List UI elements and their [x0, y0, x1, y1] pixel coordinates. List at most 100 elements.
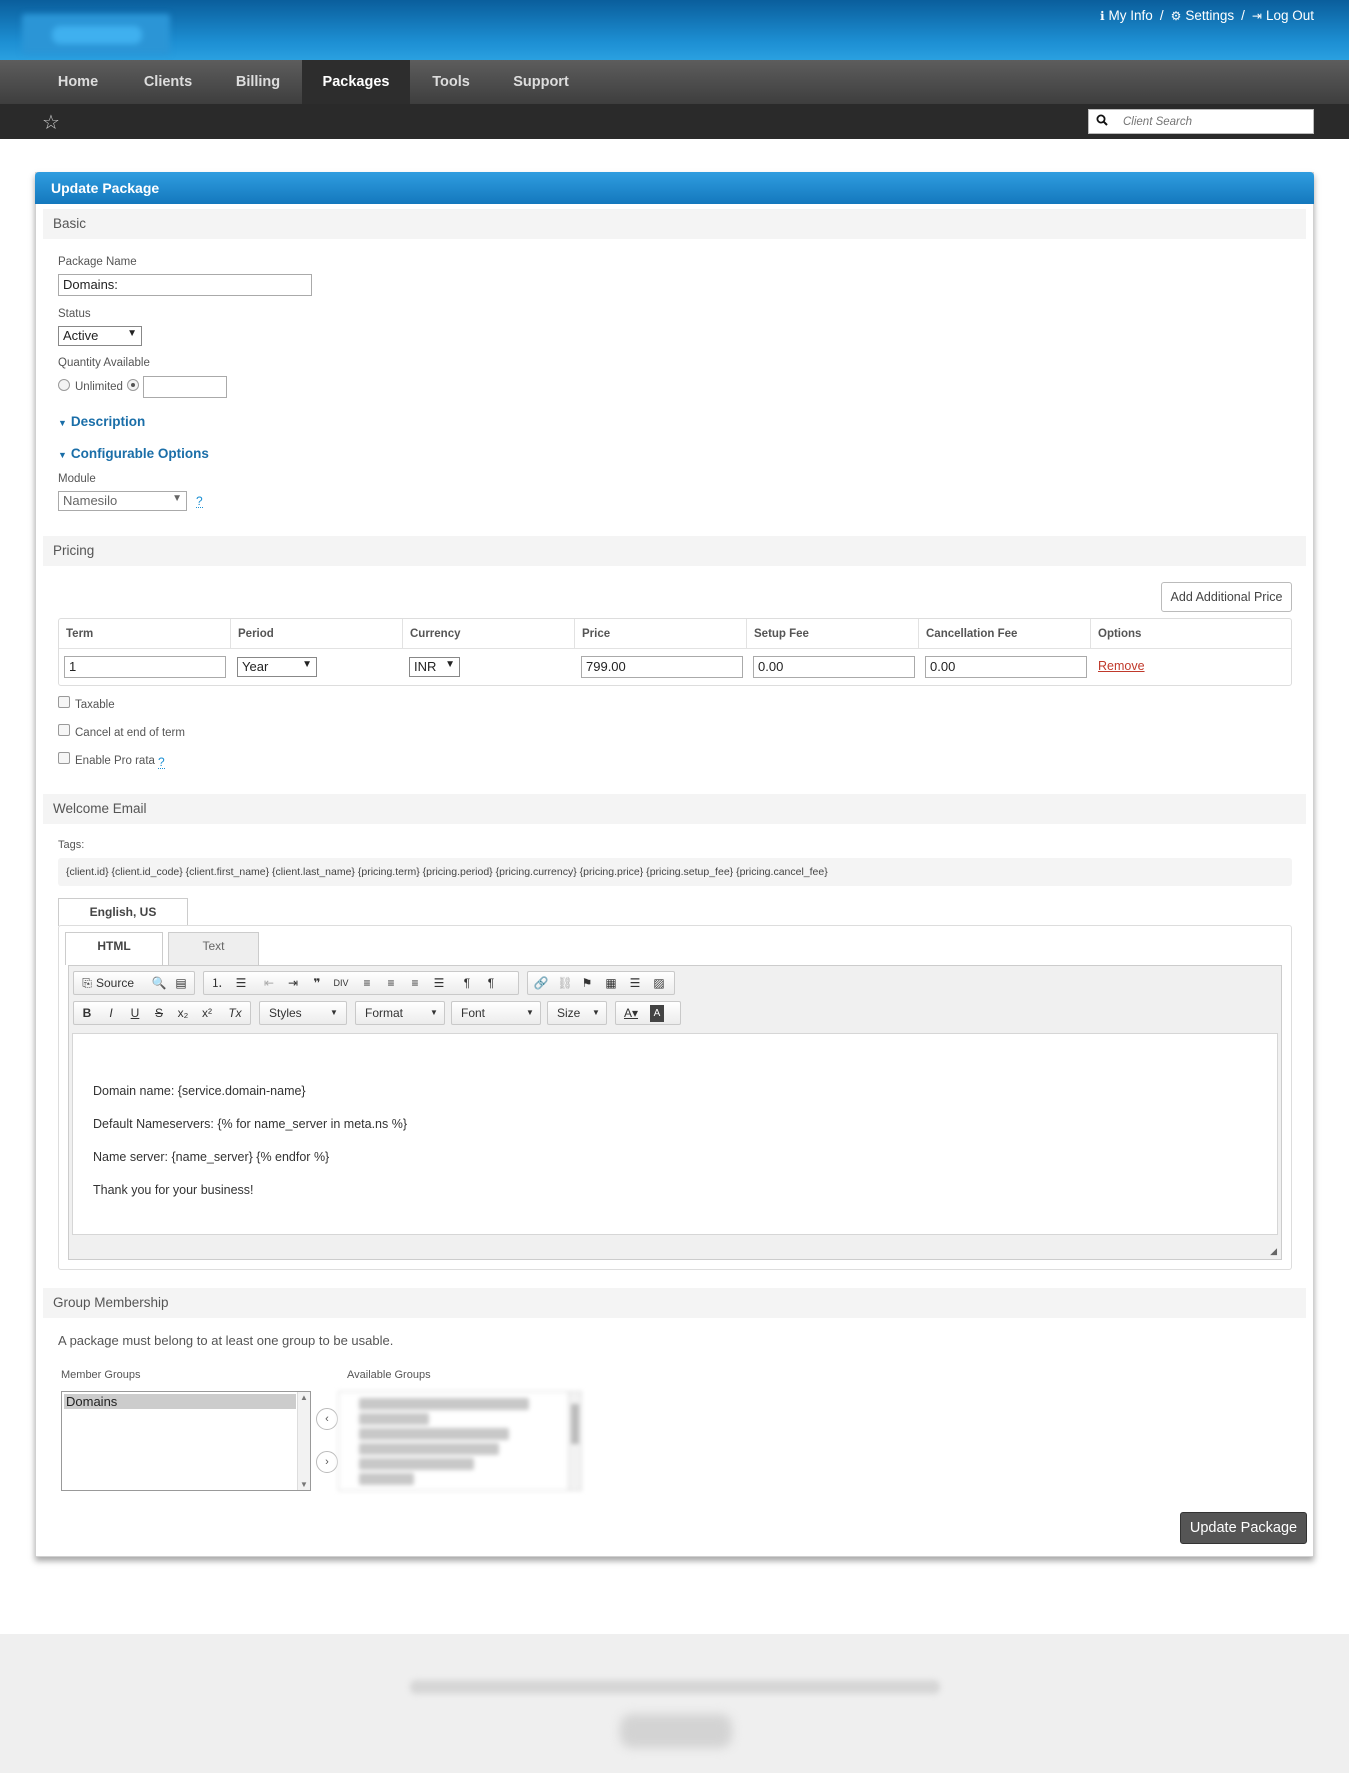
available-groups-label: Available Groups: [347, 1369, 431, 1381]
numbered-list-icon[interactable]: ⒈: [208, 975, 226, 992]
tags-label: Tags:: [58, 839, 85, 851]
package-name-input[interactable]: Domains:: [58, 274, 312, 296]
brand-logo[interactable]: [22, 14, 170, 54]
column-header-price: Price: [575, 619, 747, 649]
horizontal-line-icon[interactable]: ☰: [626, 975, 644, 992]
superscript-icon[interactable]: x²: [198, 1005, 216, 1022]
indent-icon[interactable]: ⇥: [284, 975, 302, 992]
update-package-button[interactable]: Update Package: [1180, 1512, 1307, 1544]
module-select[interactable]: Namesilo ▼: [58, 491, 187, 511]
background-color-icon[interactable]: A: [650, 1005, 664, 1022]
member-groups-list[interactable]: Domains ▲ ▼: [61, 1391, 311, 1491]
section-basic: Basic: [43, 209, 1306, 239]
unlimited-radio[interactable]: [58, 379, 70, 391]
status-select[interactable]: Active ▼: [58, 326, 142, 346]
align-center-icon[interactable]: ≡: [382, 975, 400, 992]
log-out-link[interactable]: ⇥ Log Out: [1252, 8, 1314, 23]
quantity-input[interactable]: [143, 376, 227, 398]
bold-icon[interactable]: B: [78, 1005, 96, 1022]
client-search: [1088, 109, 1314, 134]
setup-fee-input[interactable]: 0.00: [753, 656, 915, 678]
nav-clients[interactable]: Clients: [124, 60, 212, 104]
description-toggle[interactable]: ▼ Description: [58, 414, 145, 429]
styles-dropdown[interactable]: Styles ▼: [259, 1001, 347, 1025]
nav-tools[interactable]: Tools: [412, 60, 490, 104]
email-editor-wrapper: HTML Text ⎘ Source 🔍 ▤ ⒈ ☰ ⇤ ⇥ ❞ DIV ≡ ≡…: [58, 925, 1292, 1270]
nav-support[interactable]: Support: [494, 60, 588, 104]
resize-handle-icon[interactable]: ◢: [1270, 1246, 1277, 1257]
rtl-icon[interactable]: ¶: [482, 975, 500, 992]
source-button[interactable]: Source: [96, 975, 134, 992]
remove-format-icon[interactable]: Tx: [226, 1005, 244, 1022]
ltr-icon[interactable]: ¶: [458, 975, 476, 992]
anchor-flag-icon[interactable]: ⚑: [578, 975, 596, 992]
italic-icon[interactable]: I: [102, 1005, 120, 1022]
move-left-button[interactable]: ‹: [316, 1408, 338, 1430]
available-groups-list[interactable]: [338, 1391, 582, 1491]
cancellation-fee-input[interactable]: 0.00: [925, 656, 1087, 678]
align-right-icon[interactable]: ≡: [406, 975, 424, 992]
pricing-table: Term Period Currency Price Setup Fee Can…: [58, 618, 1292, 686]
underline-icon[interactable]: U: [126, 1005, 144, 1022]
format-dropdown[interactable]: Format ▼: [355, 1001, 445, 1025]
create-div-icon[interactable]: DIV: [332, 975, 350, 992]
scrollbar[interactable]: [568, 1392, 581, 1490]
tab-english-us[interactable]: English, US: [58, 898, 188, 926]
period-select[interactable]: Year ▼: [237, 657, 317, 677]
quantity-radio[interactable]: [127, 379, 139, 391]
unlink-icon[interactable]: ⛓: [556, 975, 574, 992]
align-left-icon[interactable]: ≡: [358, 975, 376, 992]
font-dropdown[interactable]: Font ▼: [451, 1001, 541, 1025]
member-groups-label: Member Groups: [61, 1369, 141, 1381]
taxable-checkbox[interactable]: [58, 696, 70, 708]
email-body-editor[interactable]: Domain name: {service.domain-name} Defau…: [72, 1033, 1278, 1235]
member-group-option[interactable]: Domains: [64, 1394, 296, 1409]
subscript-icon[interactable]: x₂: [174, 1005, 192, 1022]
module-help-icon[interactable]: ?: [196, 495, 203, 508]
client-search-input[interactable]: [1123, 113, 1303, 130]
text-color-icon[interactable]: A▾: [622, 1005, 640, 1022]
prorata-checkbox[interactable]: [58, 752, 70, 764]
size-label: Size: [557, 1006, 581, 1020]
prorata-help-icon[interactable]: ?: [158, 756, 165, 769]
taxable-label: Taxable: [75, 699, 115, 711]
size-dropdown[interactable]: Size ▼: [547, 1001, 607, 1025]
column-header-setup-fee: Setup Fee: [747, 619, 919, 649]
my-info-link[interactable]: ℹ My Info: [1100, 8, 1153, 23]
templates-icon[interactable]: ▤: [172, 975, 190, 992]
configurable-options-toggle[interactable]: ▼ Configurable Options: [58, 446, 209, 461]
settings-link[interactable]: ⚙ Settings: [1171, 8, 1235, 23]
table-icon[interactable]: ▦: [602, 975, 620, 992]
image-icon[interactable]: ▨: [650, 975, 668, 992]
gear-icon: ⚙: [1170, 8, 1182, 23]
term-input[interactable]: 1: [64, 656, 226, 678]
star-icon[interactable]: ☆: [42, 110, 60, 135]
move-right-button[interactable]: ›: [316, 1451, 338, 1473]
remove-price-link[interactable]: Remove: [1098, 659, 1145, 673]
strikethrough-icon[interactable]: S: [150, 1005, 168, 1022]
price-input[interactable]: 799.00: [581, 656, 743, 678]
nav-home[interactable]: Home: [37, 60, 119, 104]
tab-html[interactable]: HTML: [65, 932, 163, 965]
info-icon: ℹ: [1099, 8, 1105, 23]
source-icon[interactable]: ⎘: [78, 975, 96, 992]
toolbar-group-insert: 🔗 ⛓ ⚑ ▦ ☰ ▨: [527, 971, 675, 995]
cancel-end-checkbox[interactable]: [58, 724, 70, 736]
add-additional-price-button[interactable]: Add Additional Price: [1161, 582, 1292, 612]
bulleted-list-icon[interactable]: ☰: [232, 975, 250, 992]
tab-text[interactable]: Text: [168, 932, 259, 965]
outdent-icon[interactable]: ⇤: [260, 975, 278, 992]
section-group-membership: Group Membership: [43, 1288, 1306, 1318]
format-label: Format: [365, 1006, 404, 1020]
chevron-down-icon: ▼: [430, 1008, 438, 1017]
justify-icon[interactable]: ☰: [430, 975, 448, 992]
nav-billing[interactable]: Billing: [215, 60, 301, 104]
preview-icon[interactable]: 🔍: [150, 975, 168, 992]
nav-packages[interactable]: Packages: [302, 60, 410, 104]
link-icon[interactable]: 🔗: [532, 975, 550, 992]
scrollbar[interactable]: ▲ ▼: [297, 1392, 310, 1490]
blockquote-icon[interactable]: ❞: [308, 975, 326, 992]
email-body-line: Thank you for your business!: [93, 1183, 254, 1197]
unlimited-label: Unlimited: [75, 381, 123, 393]
currency-select[interactable]: INR ▼: [409, 657, 460, 677]
